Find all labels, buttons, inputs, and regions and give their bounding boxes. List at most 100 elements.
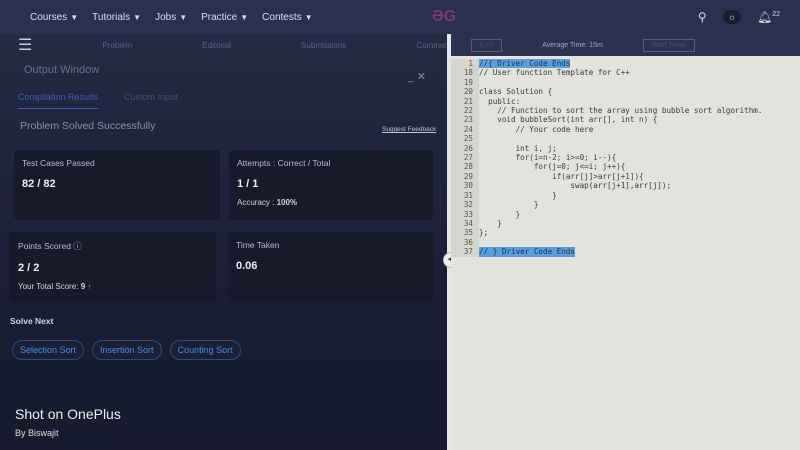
nav-contests[interactable]: Contests ▼ xyxy=(262,12,312,23)
code-line[interactable]: 22 // Function to sort the array using b… xyxy=(451,106,800,116)
code-line[interactable]: 19 xyxy=(451,77,800,88)
tab-submissions[interactable]: Submissions xyxy=(301,41,346,50)
code-line[interactable]: 32 } xyxy=(451,200,800,210)
line-number: 18 xyxy=(451,68,479,78)
code-line[interactable]: 28 for(j=0; j<=i; j++){ xyxy=(451,162,800,172)
tab-problem[interactable]: Problem xyxy=(102,41,132,50)
code-line[interactable]: 29 if(arr[j]>arr[j+1]){ xyxy=(451,171,800,182)
code-text[interactable]: for(j=0; j<=i; j++){ xyxy=(479,162,625,171)
code-line[interactable]: 20 class Solution { xyxy=(451,87,800,97)
card-value: 2 / 2 xyxy=(18,262,40,274)
line-number: 24 xyxy=(451,124,479,135)
chip-counting-sort[interactable]: Counting Sort xyxy=(169,340,241,360)
code-text[interactable]: } xyxy=(479,191,557,200)
nav-courses[interactable]: Courses ▼ xyxy=(30,12,78,23)
code-text[interactable]: // Function to sort the array using bubb… xyxy=(479,106,762,115)
code-line[interactable]: 30 swap(arr[j+1],arr[j]); xyxy=(451,181,800,191)
attempts-card: Attempts : Correct / Total 1 / 1 Accurac… xyxy=(229,150,433,220)
line-number: 31 xyxy=(451,190,479,201)
code-text[interactable]: void bubbleSort(int arr[], int n) { xyxy=(479,115,657,124)
code-text[interactable]: } xyxy=(479,219,502,228)
card-value: 1 / 1 xyxy=(237,178,259,190)
code-text[interactable]: for(i=n-2; i>=0; i--){ xyxy=(479,153,617,162)
code-line[interactable]: 1//{ Driver Code Ends xyxy=(451,59,800,69)
close-icon[interactable]: _ ✕ xyxy=(408,70,426,83)
info-icon[interactable]: ⓘ xyxy=(73,241,82,251)
nav-label: Practice xyxy=(201,11,238,23)
code-text[interactable]: class Solution { xyxy=(479,87,552,96)
chip-selection-sort[interactable]: Selection Sort xyxy=(12,340,85,360)
code-line[interactable]: 18// User function Template for C++ xyxy=(451,68,800,78)
nav-jobs[interactable]: Jobs ▼ xyxy=(155,12,187,23)
code-line[interactable]: 23 void bubbleSort(int arr[], int n) { xyxy=(451,115,800,125)
line-number: 21 xyxy=(451,96,479,107)
nav-label: Courses xyxy=(30,11,68,23)
code-text[interactable]: // Your code here xyxy=(479,125,594,134)
line-number: 25 xyxy=(451,134,479,144)
theme-toggle-icon[interactable]: ☼ xyxy=(722,10,741,24)
tab-compilation-results[interactable]: Compilation Results xyxy=(18,92,99,109)
code-editor-panel: C++ Average Time: 15m Start Timer 1//{ D… xyxy=(451,34,800,450)
bell-icon[interactable]: 🔔︎22 xyxy=(757,10,780,24)
code-line[interactable]: 26 int i, j; xyxy=(451,143,800,154)
code-text[interactable]: } xyxy=(479,210,521,219)
line-number: 33 xyxy=(451,209,479,219)
notification-badge: 22 xyxy=(772,11,780,18)
top-nav: Courses ▼ Tutorials ▼ Jobs ▼ Practice ▼ Cont… xyxy=(0,0,800,34)
tab-editorial[interactable]: Editorial xyxy=(202,41,231,50)
start-timer-button[interactable]: Start Timer xyxy=(642,38,696,52)
code-line[interactable]: 24 // Your code here xyxy=(451,124,800,135)
code-text[interactable]: } xyxy=(479,200,539,209)
code-text[interactable]: public: xyxy=(479,97,520,106)
line-number: 19 xyxy=(451,77,479,88)
nav-label: Contests xyxy=(262,11,302,23)
code-text[interactable]: swap(arr[j+1],arr[j]); xyxy=(479,181,671,190)
chevron-down-icon: ▼ xyxy=(304,12,313,22)
code-line[interactable]: 25 xyxy=(451,134,800,144)
line-number: 23 xyxy=(451,115,479,125)
code-line[interactable]: 27 for(i=n-2; i>=0; i--){ xyxy=(451,153,800,163)
solve-next-heading: Solve Next xyxy=(10,316,54,326)
time-card: Time Taken 0.06 xyxy=(228,232,434,302)
line-number: 32 xyxy=(451,200,479,210)
average-time: Average Time: 15m xyxy=(542,41,603,49)
tab-custom-input[interactable]: Custom Input xyxy=(124,92,178,109)
search-icon[interactable]: ⚲ xyxy=(698,10,707,24)
code-line[interactable]: 36 xyxy=(451,237,800,248)
card-label: Time Taken xyxy=(236,240,280,250)
chevron-down-icon: ▼ xyxy=(240,12,249,22)
nav-practice[interactable]: Practice ▼ xyxy=(201,12,248,23)
total-score-value: 9 xyxy=(80,282,86,291)
code-editor[interactable]: 1//{ Driver Code Ends 18// User function … xyxy=(451,56,800,257)
test-cases-card: Test Cases Passed 82 / 82 xyxy=(14,150,220,220)
code-line[interactable]: 34 } xyxy=(451,218,800,229)
status-text: Problem Solved Successfully xyxy=(20,120,156,132)
line-number: 35 xyxy=(451,228,479,238)
card-value: 82 / 82 xyxy=(22,178,56,190)
card-label: Points Scored xyxy=(18,241,71,251)
gfg-logo[interactable]: ƏG xyxy=(432,8,456,26)
code-line[interactable]: 35}; xyxy=(451,228,800,238)
line-number: 29 xyxy=(451,171,479,182)
chip-insertion-sort[interactable]: Insertion Sort xyxy=(92,340,162,360)
code-line[interactable]: 31 } xyxy=(451,190,800,201)
code-line[interactable]: 21 public: xyxy=(451,96,800,107)
line-number: 36 xyxy=(451,237,479,248)
code-line[interactable]: 33 } xyxy=(451,209,800,219)
menu-icon[interactable]: ☰ xyxy=(18,35,32,55)
card-label: Test Cases Passed xyxy=(22,158,95,168)
code-text[interactable]: int i, j; xyxy=(479,144,557,153)
line-number: 1 xyxy=(451,59,479,69)
code-text[interactable]: if(arr[j]>arr[j+1]){ xyxy=(479,172,643,181)
nav-label: Jobs xyxy=(155,11,177,23)
suggest-feedback-link[interactable]: Suggest Feedback xyxy=(382,126,436,133)
total-score-label: Your Total Score: xyxy=(18,282,79,291)
code-text[interactable]: // } Driver Code Ends xyxy=(479,247,576,257)
nav-tutorials[interactable]: Tutorials ▼ xyxy=(92,12,141,23)
arrow-up-icon: ↑ xyxy=(87,282,92,291)
code-text[interactable]: //{ Driver Code Ends xyxy=(479,59,571,69)
language-select[interactable]: C++ xyxy=(471,38,503,52)
code-line[interactable]: 37// } Driver Code Ends xyxy=(451,247,800,257)
code-text[interactable]: // User function Template for C++ xyxy=(479,68,630,77)
code-text[interactable]: }; xyxy=(479,228,488,237)
